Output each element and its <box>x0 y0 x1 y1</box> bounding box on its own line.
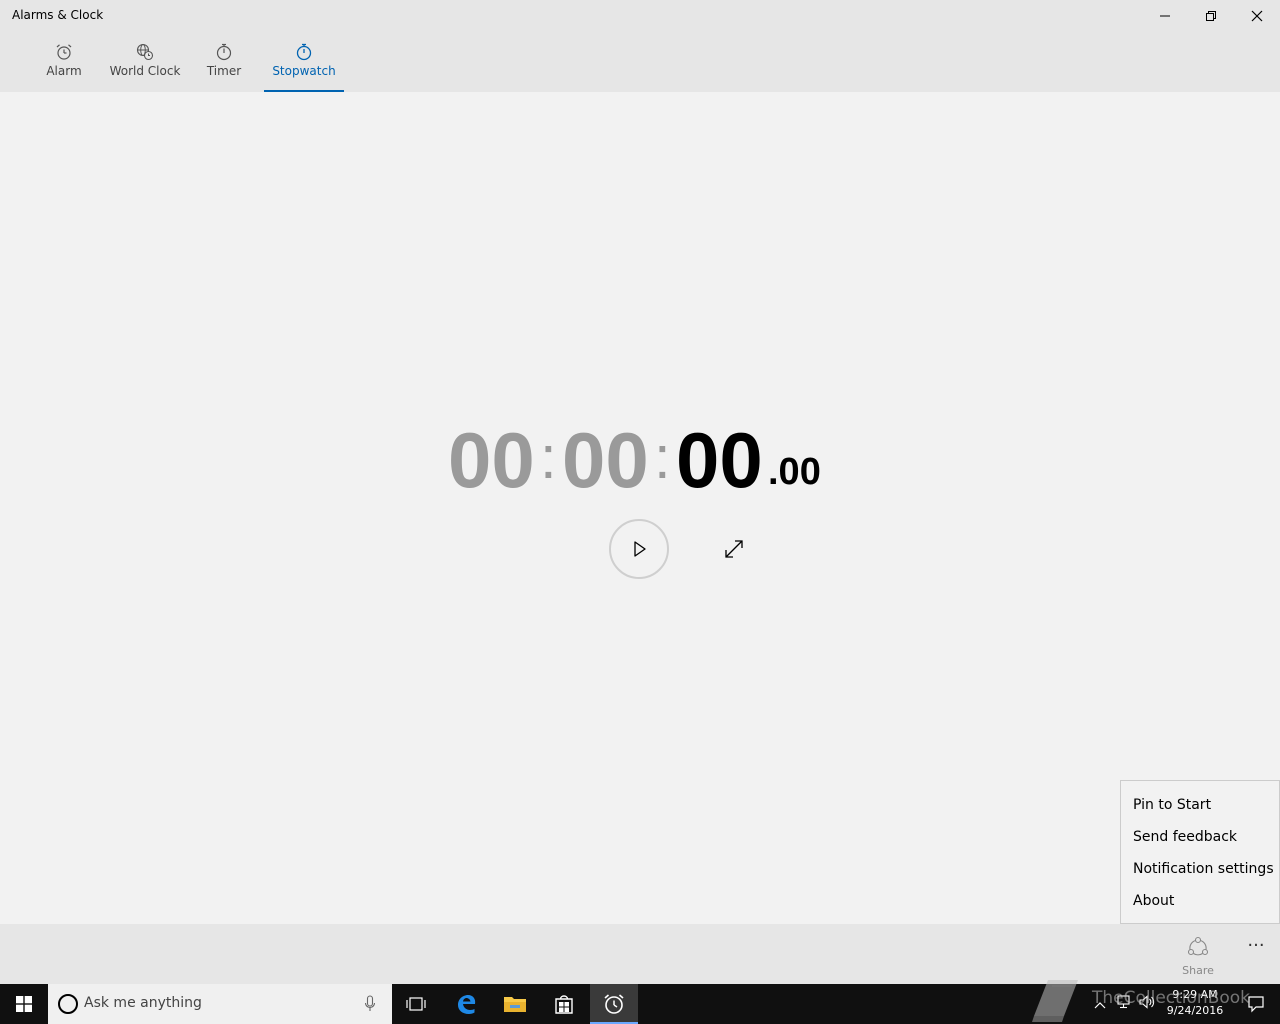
close-button[interactable] <box>1234 0 1280 32</box>
microphone-icon[interactable] <box>364 995 376 1017</box>
book-icon <box>1032 980 1078 1022</box>
tab-label: World Clock <box>109 64 181 78</box>
start-button[interactable] <box>609 519 669 579</box>
alarm-clock-icon <box>55 43 73 61</box>
alarm-clock-icon <box>604 994 624 1014</box>
store-button[interactable] <box>540 984 588 1024</box>
tab-timer[interactable]: Timer <box>200 32 248 92</box>
menu-item-about[interactable]: About <box>1121 885 1279 917</box>
minutes-digits: 00 <box>562 416 649 504</box>
file-explorer-button[interactable] <box>491 984 539 1024</box>
tab-stopwatch[interactable]: Stopwatch <box>264 32 344 92</box>
hours-digits: 00 <box>448 416 535 504</box>
tab-bar: Alarm World Clock Timer Stopwatch <box>0 32 1280 92</box>
watermark-text: TheCollectionBook <box>1092 988 1251 1008</box>
taskbar-search-box[interactable]: Ask me anything <box>48 984 392 1024</box>
watermark: TheCollectionBook <box>1028 976 1280 1024</box>
restore-button[interactable] <box>1188 0 1234 32</box>
stopwatch-icon <box>295 43 313 61</box>
windows-logo-icon <box>16 996 32 1012</box>
expand-icon <box>725 540 743 558</box>
minimize-button[interactable] <box>1142 0 1188 32</box>
separator: : <box>654 424 671 491</box>
close-icon <box>1251 10 1263 22</box>
edge-icon <box>458 995 476 1014</box>
alarms-clock-taskbar-button[interactable] <box>590 984 638 1024</box>
tab-alarm[interactable]: Alarm <box>40 32 88 92</box>
more-options-menu: Pin to Start Send feedback Notification … <box>1120 780 1280 924</box>
globe-clock-icon <box>136 43 154 61</box>
start-button-windows[interactable] <box>0 984 48 1024</box>
stopwatch-display: 00 : 00 : 00 .00 <box>448 415 848 505</box>
cortana-icon <box>58 994 78 1014</box>
restore-icon <box>1206 11 1216 21</box>
expand-button[interactable] <box>718 533 750 565</box>
more-button[interactable]: ··· <box>1240 936 1272 960</box>
task-view-icon <box>406 997 426 1011</box>
play-icon <box>634 541 646 557</box>
fraction-digits: .00 <box>768 451 821 493</box>
search-placeholder: Ask me anything <box>84 995 202 1011</box>
command-bar: Share ··· <box>0 924 1280 984</box>
timer-icon <box>215 43 233 61</box>
tab-label: Timer <box>206 64 242 78</box>
seconds-digits: 00 <box>676 416 763 504</box>
edge-browser-button[interactable] <box>442 984 490 1024</box>
window-title: Alarms & Clock <box>12 8 104 22</box>
menu-item-notification-settings[interactable]: Notification settings <box>1121 853 1279 885</box>
minimize-icon <box>1160 15 1170 17</box>
share-icon <box>1187 936 1209 956</box>
tab-label: Stopwatch <box>272 64 336 78</box>
task-view-button[interactable] <box>392 984 440 1024</box>
title-bar: Alarms & Clock <box>0 0 1280 32</box>
folder-icon <box>504 997 526 1012</box>
menu-item-send-feedback[interactable]: Send feedback <box>1121 821 1279 853</box>
separator: : <box>540 424 557 491</box>
tab-label: Alarm <box>46 64 82 78</box>
store-icon <box>555 995 573 1014</box>
menu-item-pin-to-start[interactable]: Pin to Start <box>1121 789 1279 821</box>
share-button[interactable]: Share <box>1172 936 1224 977</box>
tab-world-clock[interactable]: World Clock <box>108 32 182 92</box>
